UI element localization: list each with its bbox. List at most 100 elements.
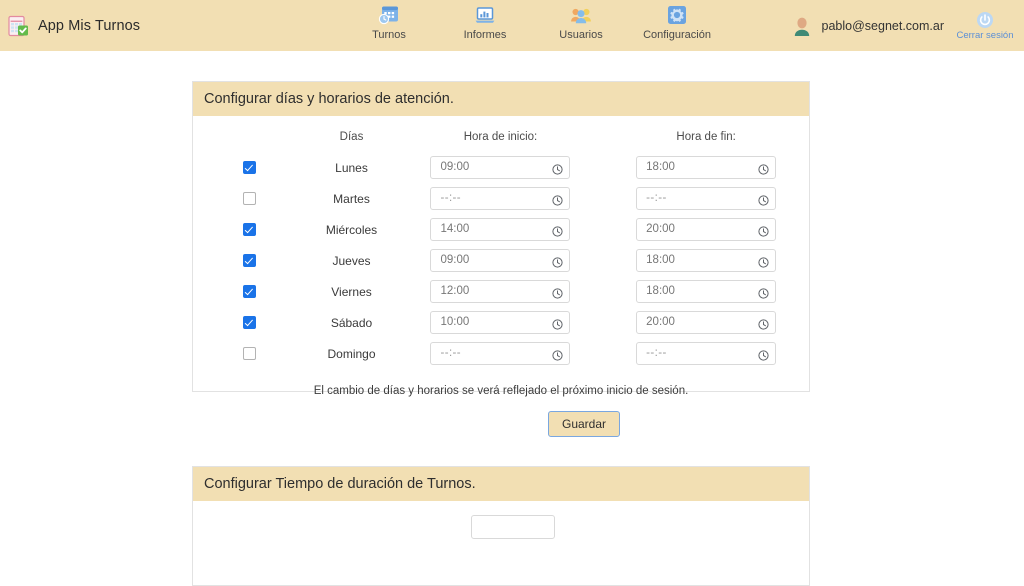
nav-label-informes: Informes [463, 29, 507, 41]
header-checkbox-col [193, 116, 305, 152]
brand-home-link[interactable]: App Mis Turnos [0, 0, 140, 51]
clock-icon[interactable] [758, 317, 769, 330]
nav-item-informes[interactable]: Informes [451, 4, 519, 41]
day-label: Jueves [332, 253, 371, 268]
end-time-cell: 18:00 [603, 276, 809, 307]
save-button[interactable]: Guardar [548, 411, 621, 437]
laptop-chart-icon [474, 4, 496, 26]
user-avatar-icon [792, 15, 812, 37]
day-checkbox[interactable] [242, 346, 256, 360]
clock-icon[interactable] [552, 193, 564, 206]
start-time-input[interactable]: --:-- [430, 342, 571, 365]
start-time-input[interactable]: 09:00 [430, 249, 571, 272]
day-checkbox[interactable] [242, 222, 256, 236]
start-time-input[interactable]: 09:00 [430, 156, 571, 179]
start-time-input[interactable]: 14:00 [430, 218, 571, 241]
day-checkbox[interactable] [242, 191, 256, 205]
table-row: Viernes 12:00 18:00 [193, 276, 809, 307]
day-checkbox[interactable] [242, 315, 256, 329]
day-label: Lunes [335, 160, 368, 175]
end-time-cell: --:-- [603, 338, 809, 369]
end-time-input[interactable]: 18:00 [636, 280, 777, 303]
page-content: Configurar días y horarios de atención. … [0, 51, 1024, 586]
user-account-area: pablo@segnet.com.ar Cerrar sesión [792, 0, 1016, 51]
day-label: Domingo [327, 346, 376, 361]
end-time-value: 18:00 [646, 160, 675, 173]
end-time-input[interactable]: 20:00 [636, 311, 777, 334]
duration-panel-title: Configurar Tiempo de duración de Turnos. [204, 476, 476, 492]
day-label: Miércoles [325, 222, 378, 237]
end-time-value: 18:00 [646, 284, 675, 297]
day-checkbox-cell [193, 183, 305, 214]
day-label: Sábado [330, 315, 373, 330]
clock-icon[interactable] [552, 162, 564, 175]
duration-input[interactable] [471, 515, 555, 539]
duration-panel-header: Configurar Tiempo de duración de Turnos. [193, 467, 809, 501]
start-time-value: --:-- [440, 191, 461, 204]
nav-item-turnos[interactable]: Turnos [355, 4, 423, 41]
clock-icon[interactable] [758, 224, 769, 237]
end-time-value: --:-- [646, 346, 667, 359]
clock-icon[interactable] [552, 286, 564, 299]
logout-button[interactable]: Cerrar sesión [954, 11, 1016, 41]
clock-icon[interactable] [758, 286, 769, 299]
duration-panel-body [193, 501, 809, 539]
start-time-value: 09:00 [440, 160, 470, 173]
nav-label-turnos: Turnos [372, 29, 406, 41]
clock-icon[interactable] [758, 348, 769, 361]
clock-icon[interactable] [552, 317, 564, 330]
calendar-clock-icon [378, 4, 400, 26]
day-checkbox-cell [193, 338, 305, 369]
end-time-input[interactable]: --:-- [636, 342, 777, 365]
start-time-cell: 14:00 [398, 214, 604, 245]
clock-icon[interactable] [758, 255, 769, 268]
end-time-input[interactable]: 18:00 [636, 156, 777, 179]
start-time-input[interactable]: 10:00 [430, 311, 571, 334]
schedule-panel-header: Configurar días y horarios de atención. [193, 82, 809, 116]
end-time-value: --:-- [646, 191, 667, 204]
start-time-cell: 10:00 [398, 307, 604, 338]
day-checkbox[interactable] [242, 284, 256, 298]
end-time-input[interactable]: --:-- [636, 187, 777, 210]
nav-label-usuarios: Usuarios [559, 29, 603, 41]
end-time-value: 18:00 [646, 253, 675, 266]
clock-icon[interactable] [552, 255, 564, 268]
clock-icon[interactable] [758, 193, 769, 206]
end-time-value: 20:00 [646, 315, 675, 328]
clock-icon[interactable] [758, 162, 769, 175]
end-time-cell: 20:00 [603, 307, 809, 338]
brand-title: App Mis Turnos [38, 17, 141, 34]
start-time-value: 12:00 [440, 284, 470, 297]
start-time-cell: --:-- [398, 183, 604, 214]
nav-item-usuarios[interactable]: Usuarios [547, 4, 615, 41]
start-time-cell: --:-- [398, 338, 604, 369]
end-time-input[interactable]: 18:00 [636, 249, 777, 272]
nav-item-configuracion[interactable]: Configuración [643, 4, 711, 41]
end-time-input[interactable]: 20:00 [636, 218, 777, 241]
clock-icon[interactable] [552, 224, 564, 237]
start-time-value: --:-- [440, 346, 461, 359]
schedule-note: El cambio de días y horarios se verá ref… [313, 385, 689, 397]
clock-icon[interactable] [552, 348, 564, 361]
start-time-cell: 09:00 [398, 152, 604, 183]
day-checkbox[interactable] [242, 160, 256, 174]
schedule-panel-body: Días Hora de inicio: Hora de fin: Lunes 0… [193, 116, 809, 437]
logout-label: Cerrar sesión [956, 29, 1014, 41]
end-time-value: 20:00 [646, 222, 675, 235]
top-navigation-bar: App Mis Turnos Turnos Informes Usuarios … [0, 0, 1024, 51]
day-checkbox-cell [193, 245, 305, 276]
start-time-input[interactable]: 12:00 [430, 280, 571, 303]
table-row: Martes --:-- --:-- [193, 183, 809, 214]
table-row: Domingo --:-- --:-- [193, 338, 809, 369]
end-time-cell: 18:00 [603, 152, 809, 183]
gear-icon [666, 4, 688, 26]
end-time-cell: --:-- [603, 183, 809, 214]
calendar-check-icon [8, 15, 29, 37]
header-days: Días [339, 131, 364, 143]
header-end-time: Hora de fin: [676, 131, 736, 143]
day-label: Martes [333, 191, 370, 206]
schedule-panel-title: Configurar días y horarios de atención. [204, 91, 454, 107]
start-time-input[interactable]: --:-- [430, 187, 571, 210]
day-checkbox[interactable] [242, 253, 256, 267]
start-time-cell: 12:00 [398, 276, 604, 307]
